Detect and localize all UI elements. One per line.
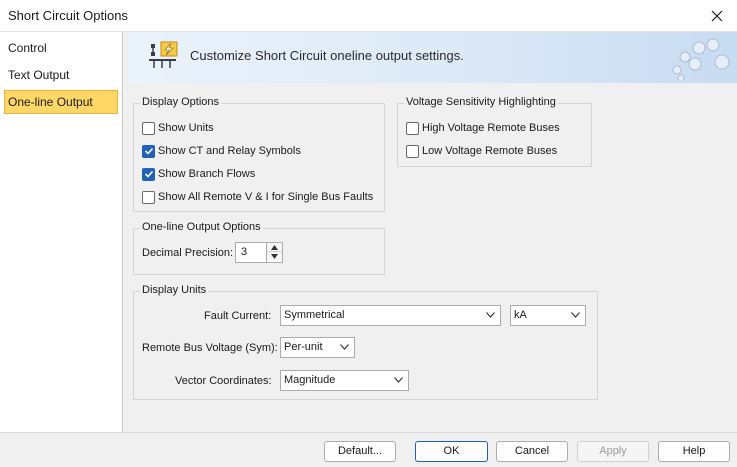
vector-coordinates-value: Magnitude: [284, 374, 336, 386]
sidebar-item-text-output[interactable]: Text Output: [4, 63, 118, 87]
header-banner: Customize Short Circuit oneline output s…: [128, 32, 737, 83]
remote-bus-voltage-label: Remote Bus Voltage (Sym):: [142, 342, 278, 354]
show-ct-relay-checkbox[interactable]: Show CT and Relay Symbols: [142, 143, 301, 159]
checkbox-box[interactable]: [142, 190, 155, 204]
show-branch-flows-checkbox[interactable]: Show Branch Flows: [142, 166, 255, 182]
chevron-down-icon: [340, 344, 349, 350]
sidebar-item-control[interactable]: Control: [4, 36, 118, 60]
title-bar: Short Circuit Options: [0, 0, 737, 32]
low-voltage-checkbox[interactable]: Low Voltage Remote Buses: [406, 143, 557, 159]
close-button[interactable]: [697, 0, 737, 32]
checkmark-icon: [144, 147, 153, 155]
apply-button[interactable]: Apply: [577, 441, 649, 462]
triangle-down-icon: [271, 254, 278, 259]
remote-bus-voltage-value: Per-unit: [284, 341, 323, 353]
checkbox-box[interactable]: [406, 121, 419, 135]
display-units-group: Display Units Fault Current: Symmetrical…: [133, 284, 598, 400]
vector-coordinates-select[interactable]: Magnitude: [280, 370, 409, 391]
spin-up-button[interactable]: [267, 243, 282, 252]
default-button[interactable]: Default...: [324, 441, 396, 462]
show-units-checkbox[interactable]: Show Units: [142, 120, 214, 136]
fault-current-unit-select[interactable]: kA: [510, 305, 586, 326]
triangle-up-icon: [271, 244, 278, 250]
chevron-down-icon: [394, 377, 403, 383]
voltage-sensitivity-title: Voltage Sensitivity Highlighting: [404, 96, 558, 108]
spin-down-button[interactable]: [267, 252, 282, 261]
oneline-output-options-title: One-line Output Options: [140, 221, 263, 233]
voltage-sensitivity-group: Voltage Sensitivity Highlighting High Vo…: [397, 96, 592, 167]
close-icon: [711, 10, 723, 22]
sidebar: Control Text Output One-line Output: [0, 32, 123, 432]
fault-current-select[interactable]: Symmetrical: [280, 305, 501, 326]
oneline-diagram-icon: [148, 40, 182, 77]
checkbox-box[interactable]: [142, 167, 155, 181]
high-voltage-checkbox[interactable]: High Voltage Remote Buses: [406, 120, 560, 136]
ok-button[interactable]: OK: [415, 441, 488, 462]
decimal-precision-value[interactable]: 3: [241, 246, 247, 258]
help-button[interactable]: Help: [658, 441, 730, 462]
checkbox-label: Show All Remote V & I for Single Bus Fau…: [158, 191, 374, 203]
checkbox-box[interactable]: [142, 121, 155, 135]
cancel-button[interactable]: Cancel: [496, 441, 568, 462]
display-options-title: Display Options: [140, 96, 222, 108]
checkmark-icon: [144, 170, 153, 178]
remote-bus-voltage-select[interactable]: Per-unit: [280, 337, 355, 358]
checkbox-box[interactable]: [406, 144, 419, 158]
oneline-output-options-group: One-line Output Options Decimal Precisio…: [133, 221, 385, 275]
vector-coordinates-label: Vector Coordinates:: [175, 375, 272, 387]
decimal-precision-stepper[interactable]: 3: [235, 242, 283, 263]
spin-buttons: [266, 243, 282, 262]
fault-current-label: Fault Current:: [204, 310, 272, 322]
checkbox-label: Low Voltage Remote Buses: [422, 145, 558, 157]
checkbox-box[interactable]: [142, 144, 155, 158]
banner-text: Customize Short Circuit oneline output s…: [190, 48, 464, 63]
dialog-footer: Default... OK Cancel Apply Help: [0, 432, 737, 467]
sidebar-item-one-line-output[interactable]: One-line Output: [4, 90, 118, 114]
chevron-down-icon: [571, 312, 580, 318]
chevron-down-icon: [486, 312, 495, 318]
decimal-precision-label: Decimal Precision:: [142, 247, 234, 259]
checkbox-label: High Voltage Remote Buses: [422, 122, 560, 134]
checkbox-label: Show Branch Flows: [158, 168, 256, 180]
show-all-remote-checkbox[interactable]: Show All Remote V & I for Single Bus Fau…: [142, 189, 373, 205]
decorative-bubbles-icon: [669, 38, 731, 83]
window-title: Short Circuit Options: [8, 8, 128, 23]
checkbox-label: Show Units: [158, 122, 214, 134]
fault-current-unit-value: kA: [514, 309, 527, 321]
checkbox-label: Show CT and Relay Symbols: [158, 145, 301, 157]
fault-current-value: Symmetrical: [284, 309, 345, 321]
display-options-group: Display Options Show Units Show CT and R…: [133, 96, 385, 212]
display-units-title: Display Units: [140, 284, 209, 296]
